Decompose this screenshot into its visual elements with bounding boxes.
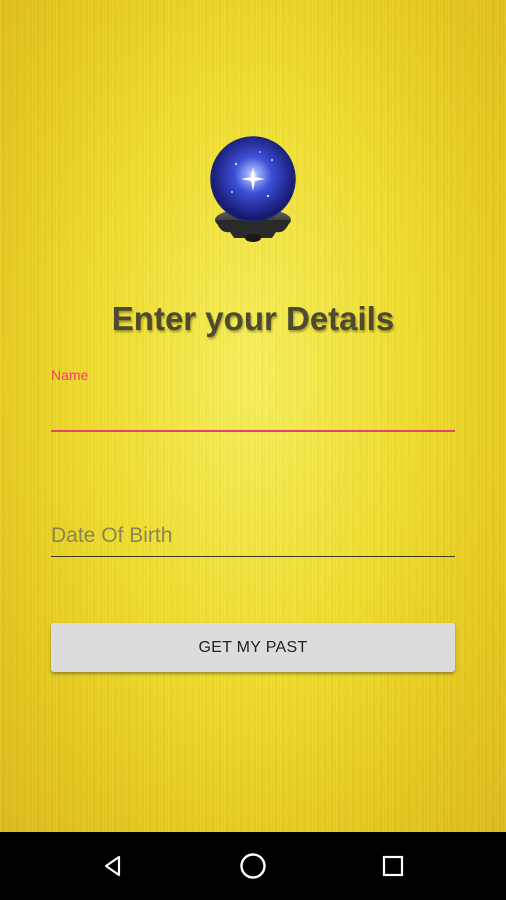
home-icon — [240, 853, 266, 879]
nav-home-button[interactable] — [233, 846, 273, 886]
nav-back-button[interactable] — [93, 846, 133, 886]
get-my-past-button[interactable]: GET MY PAST — [51, 623, 455, 672]
app-screen: Enter your Details Name GET MY PAST — [0, 0, 506, 832]
name-input[interactable] — [51, 392, 455, 432]
system-navigation-bar — [0, 832, 506, 900]
date-of-birth-input[interactable] — [51, 516, 455, 557]
name-field-label: Name — [51, 367, 89, 383]
nav-recents-button[interactable] — [373, 846, 413, 886]
page-title: Enter your Details — [111, 300, 395, 337]
back-icon — [104, 855, 121, 877]
recents-icon — [382, 855, 404, 877]
crystal-ball-icon — [210, 136, 296, 242]
